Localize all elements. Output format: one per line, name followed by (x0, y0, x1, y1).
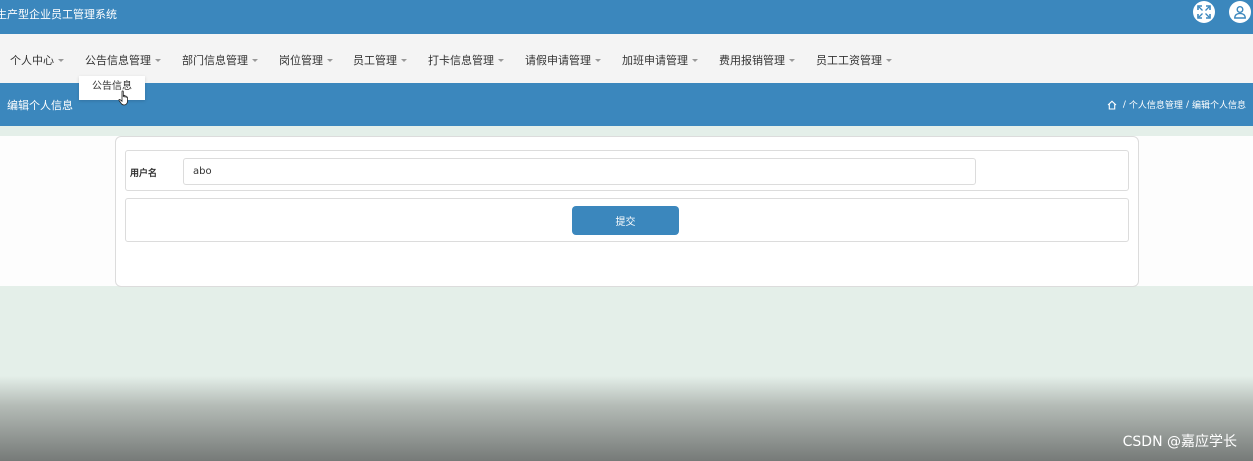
nav-item-label: 部门信息管理 (182, 54, 248, 67)
nav-item-label: 打卡信息管理 (428, 54, 494, 67)
user-icon (1234, 6, 1246, 19)
user-menu-button[interactable] (1229, 1, 1251, 23)
caret-down-icon (401, 58, 407, 62)
breadcrumb-separator: / (1185, 99, 1189, 110)
nav-item-attendance-management[interactable]: 打卡信息管理 (428, 52, 504, 68)
username-input[interactable] (183, 158, 976, 185)
nav-item-label: 岗位管理 (279, 54, 323, 67)
fullscreen-button[interactable] (1193, 1, 1215, 23)
nav-item-label: 加班申请管理 (622, 54, 688, 67)
caret-down-icon (692, 58, 698, 62)
username-label: 用户名 (130, 169, 158, 179)
edit-form-card: 用户名 提交 (115, 136, 1139, 287)
nav-item-label: 员工管理 (353, 54, 397, 67)
breadcrumb-separator: / (1122, 99, 1126, 110)
fullscreen-icon (1197, 5, 1211, 19)
nav-item-leave-management[interactable]: 请假申请管理 (525, 52, 601, 68)
main-nav: 个人中心 公告信息管理 部门信息管理 岗位管理 员工管理 打卡信息管理 请假申请… (0, 34, 1253, 83)
pointer-cursor-icon (118, 90, 128, 106)
nav-item-position-management[interactable]: 岗位管理 (279, 52, 333, 68)
submit-row: 提交 (125, 198, 1129, 242)
username-row: 用户名 (125, 150, 1129, 191)
dropdown-item-notice-info[interactable]: 公告信息 (79, 76, 145, 100)
nav-item-personal-center[interactable]: 个人中心 (10, 52, 64, 68)
nav-item-department-management[interactable]: 部门信息管理 (182, 52, 258, 68)
caret-down-icon (58, 58, 64, 62)
caret-down-icon (252, 58, 258, 62)
caret-down-icon (789, 58, 795, 62)
page-header: 编辑个人信息 / 个人信息管理 / 编辑个人信息 (0, 83, 1253, 126)
caret-down-icon (155, 58, 161, 62)
home-icon[interactable] (1107, 100, 1117, 110)
breadcrumb-item-personal-info-management[interactable]: 个人信息管理 (1129, 98, 1183, 111)
submit-button[interactable]: 提交 (572, 206, 679, 235)
nav-item-label: 请假申请管理 (525, 54, 591, 67)
nav-item-overtime-management[interactable]: 加班申请管理 (622, 52, 698, 68)
caret-down-icon (327, 58, 333, 62)
nav-item-expense-management[interactable]: 费用报销管理 (719, 52, 795, 68)
bottom-shadow (0, 376, 1253, 461)
nav-item-salary-management[interactable]: 员工工资管理 (816, 52, 892, 68)
breadcrumb-item-edit-personal-info: 编辑个人信息 (1191, 101, 1246, 111)
nav-item-label: 公告信息管理 (85, 54, 151, 67)
nav-item-label: 员工工资管理 (816, 54, 882, 67)
nav-item-label: 个人中心 (10, 54, 54, 67)
page-title: 编辑个人信息 (7, 99, 73, 112)
caret-down-icon (498, 58, 504, 62)
top-header: 生产型企业员工管理系统 (0, 0, 1253, 34)
nav-item-notice-management[interactable]: 公告信息管理 (85, 52, 161, 68)
nav-item-label: 费用报销管理 (719, 54, 785, 67)
nav-item-employee-management[interactable]: 员工管理 (353, 52, 407, 68)
caret-down-icon (886, 58, 892, 62)
breadcrumb: / 个人信息管理 / 编辑个人信息 (1107, 98, 1246, 111)
system-title: 生产型企业员工管理系统 (0, 8, 117, 21)
caret-down-icon (595, 58, 601, 62)
watermark-text: CSDN @嘉应学长 (1122, 434, 1237, 450)
